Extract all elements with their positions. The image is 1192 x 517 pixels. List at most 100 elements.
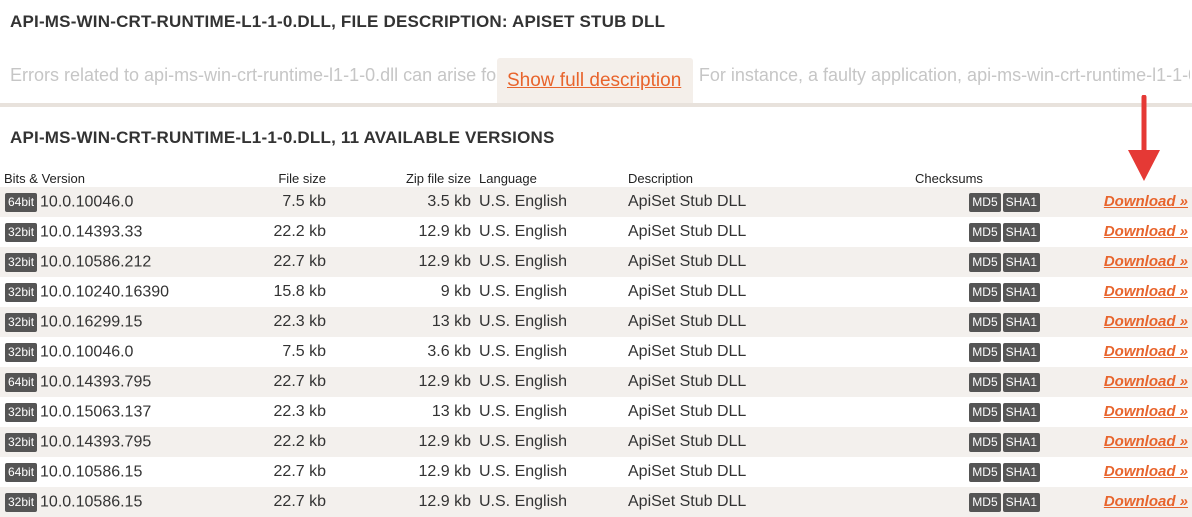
md5-button[interactable]: MD5 — [969, 462, 1001, 482]
zip-size-cell: 12.9 kb — [330, 247, 475, 277]
column-header-language: Language — [479, 171, 537, 186]
download-link[interactable]: Download » — [1104, 313, 1188, 330]
description-cell: ApiSet Stub DLL — [628, 463, 747, 480]
versions-heading: API-MS-WIN-CRT-RUNTIME-L1-1-0.DLL, 11 AV… — [10, 128, 555, 147]
zip-size-cell: 12.9 kb — [330, 427, 475, 457]
language-cell: U.S. English — [475, 367, 625, 397]
file-size-cell: 7.5 kb — [170, 187, 330, 217]
checksums-cell: MD5 SHA1 — [915, 487, 1045, 517]
download-cell: Download » — [1045, 247, 1192, 277]
sha1-button[interactable]: SHA1 — [1002, 312, 1040, 332]
bits-badge: 64bit — [5, 192, 38, 212]
download-link[interactable]: Download » — [1104, 253, 1188, 270]
download-link[interactable]: Download » — [1104, 403, 1188, 420]
md5-button[interactable]: MD5 — [969, 342, 1001, 362]
file-size-cell: 22.3 kb — [170, 307, 330, 337]
download-cell: Download » — [1045, 307, 1192, 337]
download-cell: Download » — [1045, 487, 1192, 517]
sha1-button[interactable]: SHA1 — [1002, 222, 1040, 242]
md5-button[interactable]: MD5 — [969, 312, 1001, 332]
file-size-cell: 7.5 kb — [282, 343, 326, 360]
file-size-cell: 22.2 kb — [273, 223, 326, 240]
description-cell: ApiSet Stub DLL — [625, 367, 915, 397]
file-size-cell: 22.2 kb — [170, 427, 330, 457]
checksums-cell: MD5 SHA1 — [915, 337, 1045, 367]
table-row: 32bit 10.0.16299.15 22.3 kb 13 kb U.S. En… — [0, 307, 1192, 337]
sha1-button[interactable]: SHA1 — [1002, 192, 1040, 212]
sha1-button[interactable]: SHA1 — [1002, 372, 1040, 392]
download-link[interactable]: Download » — [1104, 223, 1188, 240]
bits-badge: 32bit — [5, 492, 38, 512]
download-link[interactable]: Download » — [1104, 283, 1188, 300]
zip-size-cell: 12.9 kb — [330, 487, 475, 517]
description-cell: ApiSet Stub DLL — [625, 187, 915, 217]
download-link[interactable]: Download » — [1104, 373, 1188, 390]
download-link[interactable]: Download » — [1104, 433, 1188, 450]
md5-button[interactable]: MD5 — [969, 192, 1001, 212]
bits-badge: 32bit — [5, 402, 38, 422]
zip-size-cell: 9 kb — [440, 283, 471, 300]
checksums-cell: MD5 SHA1 — [915, 307, 1045, 337]
bits-badge: 32bit — [5, 282, 38, 302]
bits-badge: 64bit — [5, 462, 38, 482]
language-cell: U.S. English — [475, 307, 625, 337]
description-cell: ApiSet Stub DLL — [625, 307, 915, 337]
language-cell: U.S. English — [479, 343, 568, 360]
language-cell: U.S. English — [475, 247, 625, 277]
bits-badge: 32bit — [5, 222, 38, 242]
file-size-cell: 22.7 kb — [170, 487, 330, 517]
language-cell: U.S. English — [475, 187, 625, 217]
download-link[interactable]: Download » — [1104, 463, 1188, 480]
md5-button[interactable]: MD5 — [969, 252, 1001, 272]
show-full-description-link[interactable]: Show full description — [507, 70, 681, 92]
sha1-button[interactable]: SHA1 — [1002, 342, 1040, 362]
sha1-button[interactable]: SHA1 — [1002, 402, 1040, 422]
download-link[interactable]: Download » — [1104, 493, 1188, 510]
table-header-row: Bits & Version File size Zip file size L… — [0, 166, 1192, 187]
sha1-button[interactable]: SHA1 — [1002, 462, 1040, 482]
download-cell: Download » — [1045, 427, 1192, 457]
zip-size-cell: 13 kb — [431, 403, 471, 420]
description-cell: ApiSet Stub DLL — [628, 343, 747, 360]
download-link[interactable]: Download » — [1104, 193, 1188, 210]
column-header-bits-version: Bits & Version — [4, 171, 85, 186]
version-text: 10.0.10586.212 — [40, 253, 152, 270]
download-cell: Download » — [1045, 277, 1192, 307]
column-header-description: Description — [628, 171, 694, 186]
sha1-button[interactable]: SHA1 — [1002, 252, 1040, 272]
md5-button[interactable]: MD5 — [969, 222, 1001, 242]
zip-size-cell: 12.9 kb — [418, 223, 471, 240]
column-header-download — [1045, 166, 1192, 187]
download-cell: Download » — [1045, 367, 1192, 397]
bits-version-cell: 32bit 10.0.10046.0 — [0, 337, 170, 367]
download-cell: Download » — [1045, 397, 1192, 427]
download-link[interactable]: Download » — [1104, 343, 1188, 360]
bits-version-cell: 32bit 10.0.10586.212 — [0, 247, 170, 277]
red-arrow-pointing-down-icon — [1128, 95, 1160, 181]
md5-button[interactable]: MD5 — [969, 402, 1001, 422]
version-text: 10.0.16299.15 — [40, 313, 143, 330]
checksums-cell: MD5 SHA1 — [915, 217, 1045, 247]
md5-button[interactable]: MD5 — [969, 282, 1001, 302]
version-text: 10.0.14393.33 — [40, 223, 143, 240]
zip-size-cell: 3.6 kb — [427, 343, 471, 360]
download-cell: Download » — [1045, 457, 1192, 487]
sha1-button[interactable]: SHA1 — [1002, 282, 1040, 302]
language-cell: U.S. English — [475, 427, 625, 457]
checksums-cell: MD5 SHA1 — [915, 367, 1045, 397]
bits-badge: 64bit — [5, 372, 38, 392]
md5-button[interactable]: MD5 — [969, 432, 1001, 452]
file-description-heading: API-MS-WIN-CRT-RUNTIME-L1-1-0.DLL, FILE … — [10, 12, 666, 31]
md5-button[interactable]: MD5 — [969, 492, 1001, 512]
bits-version-cell: 64bit 10.0.10046.0 — [0, 187, 170, 217]
table-row: 64bit 10.0.14393.795 22.7 kb 12.9 kb U.S.… — [0, 367, 1192, 397]
bits-version-cell: 32bit 10.0.15063.137 — [0, 397, 170, 427]
sha1-button[interactable]: SHA1 — [1002, 492, 1040, 512]
download-cell: Download » — [1045, 187, 1192, 217]
table-row: 64bit 10.0.10046.0 7.5 kb 3.5 kb U.S. Eng… — [0, 187, 1192, 217]
sha1-button[interactable]: SHA1 — [1002, 432, 1040, 452]
table-row: 32bit 10.0.14393.795 22.2 kb 12.9 kb U.S.… — [0, 427, 1192, 457]
md5-button[interactable]: MD5 — [969, 372, 1001, 392]
language-cell: U.S. English — [479, 223, 568, 240]
description-cell: ApiSet Stub DLL — [628, 223, 747, 240]
